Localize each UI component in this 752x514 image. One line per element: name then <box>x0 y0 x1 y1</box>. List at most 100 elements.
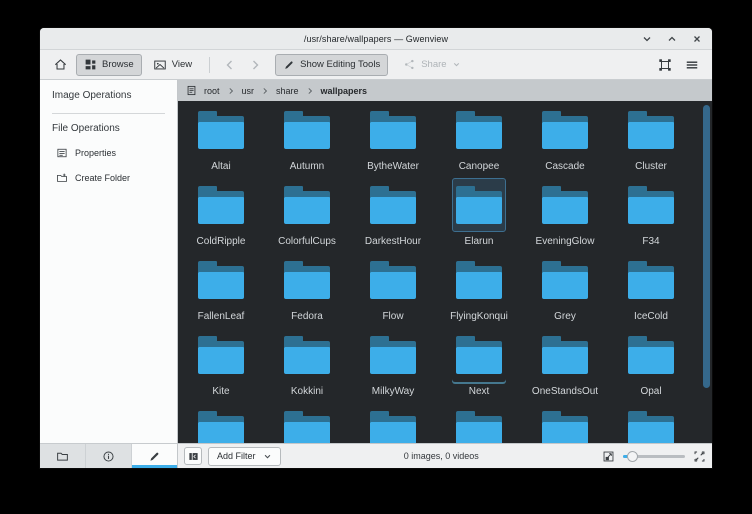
folder-item[interactable]: EveningGlow <box>522 178 608 253</box>
folder-item[interactable]: BytheWater <box>350 103 436 178</box>
folder-icon <box>370 261 416 299</box>
folder-item[interactable]: Cluster <box>608 103 694 178</box>
folder-icon <box>456 336 502 374</box>
folder-item[interactable] <box>522 403 608 443</box>
view-image-icon <box>153 58 167 72</box>
folder-item[interactable]: F34 <box>608 178 694 253</box>
folder-label: ColdRipple <box>197 236 246 247</box>
folder-item[interactable]: Flow <box>350 253 436 328</box>
folder-item[interactable]: FlyingKonqui <box>436 253 522 328</box>
folder-icon <box>198 261 244 299</box>
scrollbar-thumb[interactable] <box>703 105 710 388</box>
scrollbar-track[interactable] <box>702 103 711 441</box>
image-operations-header: Image Operations <box>40 80 177 101</box>
file-operations-header: File Operations <box>40 114 177 134</box>
folder-item[interactable]: DarkestHour <box>350 178 436 253</box>
folder-item[interactable]: Kite <box>178 328 264 403</box>
maximize-button[interactable] <box>666 33 678 45</box>
window-controls <box>641 28 703 50</box>
back-button[interactable] <box>219 54 241 76</box>
fullscreen-expand-icon[interactable] <box>693 450 706 463</box>
browse-grid-icon <box>84 58 97 71</box>
forward-button[interactable] <box>244 54 266 76</box>
folder-item[interactable]: FallenLeaf <box>178 253 264 328</box>
chevron-right-icon <box>306 87 314 95</box>
chevron-right-icon <box>249 59 261 71</box>
folder-icon <box>542 186 588 224</box>
folder-label: FallenLeaf <box>198 311 245 322</box>
folder-item[interactable] <box>436 403 522 443</box>
folder-item[interactable]: Autumn <box>264 103 350 178</box>
folder-item[interactable]: IceCold <box>608 253 694 328</box>
folder-item[interactable]: ColdRipple <box>178 178 264 253</box>
folder-icon <box>370 186 416 224</box>
folder-item[interactable]: OneStandsOut <box>522 328 608 403</box>
browse-mode-button[interactable]: Browse <box>76 54 142 76</box>
chevron-down-icon <box>263 452 272 461</box>
breadcrumb: root usr share wallpapers <box>178 80 712 101</box>
folder-label: Kite <box>212 386 229 397</box>
folder-item[interactable]: ColorfulCups <box>264 178 350 253</box>
folder-label: FlyingKonqui <box>450 311 508 322</box>
titlebar[interactable]: /usr/share/wallpapers — Gwenview <box>40 28 712 50</box>
chevron-right-icon <box>261 87 269 95</box>
thumbnail-view: Altai Autumn BytheWater Canopee Cascade … <box>178 101 712 443</box>
folder-item[interactable]: Kokkini <box>264 328 350 403</box>
folder-item[interactable]: Cascade <box>522 103 608 178</box>
info-icon <box>102 450 115 463</box>
sidebar-item-properties[interactable]: Properties <box>40 147 177 159</box>
fullscreen-button[interactable] <box>653 54 677 76</box>
breadcrumb-segment-share[interactable]: share <box>276 86 299 96</box>
add-filter-button[interactable]: Add Filter <box>208 447 281 466</box>
pencil-icon <box>148 450 161 463</box>
share-icon <box>403 58 416 71</box>
filter-sidebar-toggle-button[interactable] <box>184 447 202 465</box>
breadcrumb-segment-root[interactable]: root <box>204 86 220 96</box>
folder-label: Elarun <box>465 236 494 247</box>
folder-item[interactable]: Grey <box>522 253 608 328</box>
tab-folders[interactable] <box>40 444 86 468</box>
zoom-fit-icon[interactable] <box>602 450 615 463</box>
breadcrumb-segment-usr[interactable]: usr <box>242 86 255 96</box>
sidebar-item-create-folder[interactable]: Create Folder <box>40 172 177 184</box>
folder-item[interactable] <box>264 403 350 443</box>
share-button[interactable]: Share <box>395 54 468 76</box>
folder-icon <box>628 411 674 443</box>
thumbnail-size-slider[interactable] <box>623 450 685 462</box>
folder-item[interactable]: Canopee <box>436 103 522 178</box>
breadcrumb-segment-wallpapers[interactable]: wallpapers <box>321 86 368 96</box>
folder-icon <box>198 336 244 374</box>
view-button-label: View <box>172 59 192 70</box>
folder-label: Cascade <box>545 161 584 172</box>
slider-handle[interactable] <box>627 451 638 462</box>
folder-label: Canopee <box>459 161 500 172</box>
minimize-button[interactable] <box>641 33 653 45</box>
folder-item[interactable] <box>350 403 436 443</box>
folder-item[interactable]: Fedora <box>264 253 350 328</box>
folder-label: Cluster <box>635 161 667 172</box>
folder-icon <box>56 450 69 463</box>
chevron-right-icon <box>227 87 235 95</box>
folder-item[interactable]: Opal <box>608 328 694 403</box>
tab-operations[interactable] <box>132 444 177 468</box>
folder-icon <box>628 111 674 149</box>
show-editing-tools-button[interactable]: Show Editing Tools <box>275 54 388 76</box>
close-button[interactable] <box>691 33 703 45</box>
chevron-up-icon <box>667 34 677 44</box>
folder-icon <box>284 186 330 224</box>
folder-item-current[interactable]: Next <box>436 328 522 403</box>
hamburger-menu-button[interactable] <box>680 54 704 76</box>
folder-label: EveningGlow <box>536 236 595 247</box>
home-button[interactable] <box>48 54 73 76</box>
view-mode-button[interactable]: View <box>145 54 200 76</box>
tab-information[interactable] <box>86 444 132 468</box>
folder-icon <box>542 111 588 149</box>
folder-label: Altai <box>211 161 230 172</box>
folder-icon <box>628 186 674 224</box>
folder-item-selected[interactable]: Elarun <box>436 178 522 253</box>
folder-item[interactable] <box>178 403 264 443</box>
folder-item[interactable] <box>608 403 694 443</box>
folder-label: Opal <box>640 386 661 397</box>
folder-item[interactable]: Altai <box>178 103 264 178</box>
folder-item[interactable]: MilkyWay <box>350 328 436 403</box>
